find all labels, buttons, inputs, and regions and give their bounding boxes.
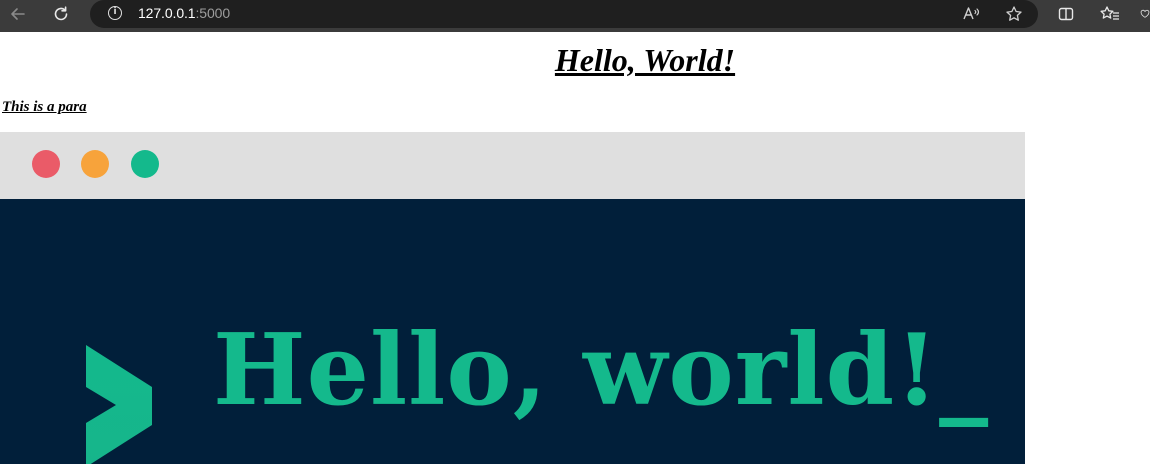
reload-button[interactable] — [45, 0, 77, 28]
image-window-body: Hello, world!_ — [0, 199, 1025, 464]
split-screen-button[interactable] — [1050, 0, 1082, 28]
page-paragraph: This is a para — [2, 99, 87, 115]
split-screen-icon — [1058, 7, 1074, 21]
image-window-titlebar — [0, 132, 1025, 199]
url-port: :5000 — [195, 5, 231, 21]
address-bar[interactable]: i 127.0.0.1:5000 — [90, 0, 1038, 28]
star-icon — [1006, 6, 1022, 21]
read-aloud-icon — [963, 7, 980, 20]
hello-world-graphic-text: Hello, world!_ — [213, 313, 990, 428]
hello-world-image: Hello, world!_ — [0, 132, 1025, 464]
url-host: 127.0.0.1 — [138, 5, 196, 21]
favorite-button[interactable] — [998, 0, 1030, 28]
orange-dot-icon — [81, 150, 109, 178]
reload-icon — [54, 6, 68, 21]
browser-toolbar: i 127.0.0.1:5000 — [0, 0, 1150, 32]
back-arrow-icon — [11, 8, 25, 20]
copilot-button[interactable] — [1136, 0, 1150, 28]
back-button[interactable] — [2, 0, 34, 28]
read-aloud-button[interactable] — [956, 0, 988, 28]
heart-icon — [1140, 9, 1150, 18]
favorites-button[interactable] — [1094, 0, 1126, 28]
info-icon[interactable]: i — [108, 6, 122, 20]
favorites-icon — [1100, 6, 1119, 20]
page-heading: Hello, World! — [554, 42, 736, 78]
green-dot-icon — [131, 150, 159, 178]
url-text[interactable]: 127.0.0.1:5000 — [138, 5, 230, 21]
page-content: Hello, World! This is a para Hello, worl… — [0, 32, 1150, 464]
red-dot-icon — [32, 150, 60, 178]
prompt-chevron-icon — [86, 345, 152, 464]
